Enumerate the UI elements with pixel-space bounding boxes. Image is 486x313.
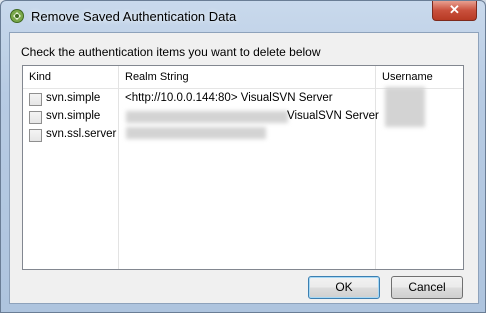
kind-cell: svn.simple (46, 92, 101, 104)
redacted-realm (126, 127, 266, 139)
ok-button[interactable]: OK (308, 276, 380, 299)
dialog-window: Remove Saved Authentication Data ✕ Check… (0, 0, 486, 313)
table-row[interactable]: svn.ssl.server (23, 127, 463, 144)
window-title: Remove Saved Authentication Data (31, 9, 237, 24)
app-icon (10, 9, 24, 23)
table-row[interactable]: svn.simple <http://10.0.0.144:80> Visual… (23, 87, 463, 127)
redacted-realm-prefix (126, 111, 288, 123)
row-checkbox[interactable] (29, 93, 42, 106)
auth-items-list[interactable]: Kind Realm String Username svn.simple <h… (22, 65, 464, 270)
kind-cell: svn.ssl.server (46, 128, 117, 140)
column-header-username[interactable]: Username (382, 71, 433, 83)
realm-cell: VisualSVN Server (287, 110, 379, 122)
realm-cell: <http://10.0.0.144:80> VisualSVN Server (125, 92, 333, 104)
cancel-button[interactable]: Cancel (391, 276, 463, 299)
row-checkbox[interactable] (29, 129, 42, 142)
table-row[interactable]: svn.simple VisualSVN Server (23, 109, 463, 126)
column-header-kind[interactable]: Kind (29, 71, 51, 83)
list-header: Kind Realm String Username (23, 66, 463, 89)
column-header-realm[interactable]: Realm String (125, 71, 189, 83)
close-button[interactable]: ✕ (432, 1, 477, 21)
kind-cell: svn.simple (46, 110, 101, 122)
instruction-text: Check the authentication items you want … (21, 45, 321, 59)
dialog-body: Check the authentication items you want … (9, 32, 479, 304)
title-bar[interactable]: Remove Saved Authentication Data ✕ (1, 1, 485, 31)
close-icon: ✕ (449, 2, 460, 17)
row-checkbox[interactable] (29, 111, 42, 124)
